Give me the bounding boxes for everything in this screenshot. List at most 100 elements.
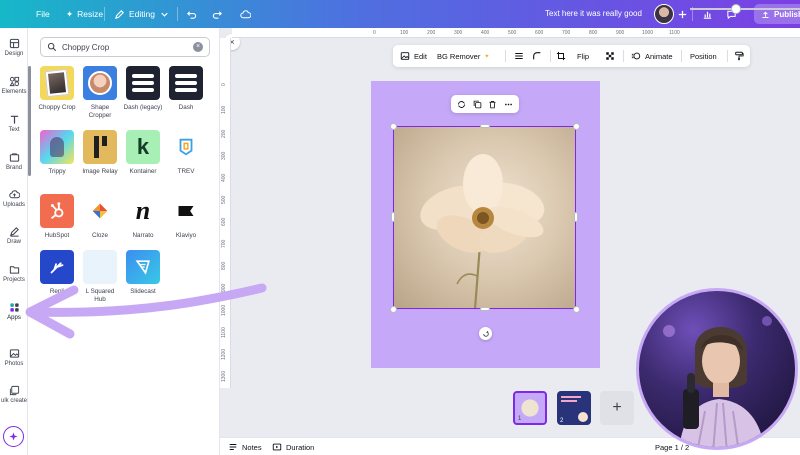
ruler-tick: 500 (221, 195, 227, 204)
undo-button[interactable] (186, 0, 197, 28)
zoom-slider-track[interactable] (690, 8, 800, 10)
rail-item-draw[interactable]: Draw (0, 226, 28, 245)
rail-item-brand[interactable]: Brand (0, 152, 28, 171)
resize-handle[interactable] (390, 123, 397, 130)
rail-item-apps[interactable]: Apps (0, 302, 28, 321)
trash-icon[interactable] (488, 100, 497, 109)
rail-item-design[interactable]: Design (0, 38, 28, 57)
rail-label: Design (4, 51, 24, 57)
resize-handle[interactable] (480, 124, 490, 128)
more-horizontal-icon[interactable] (504, 100, 513, 109)
rail-item-uploads[interactable]: Uploads (0, 189, 28, 208)
user-avatar[interactable] (654, 4, 674, 24)
zoom-slider-handle[interactable] (731, 4, 741, 14)
ruler-tick: 1300 (221, 370, 227, 382)
ruler-tick: 0 (373, 30, 376, 36)
crop-button[interactable] (556, 45, 566, 67)
app-label: Dash (178, 104, 194, 111)
panel-scrollbar[interactable] (28, 66, 31, 176)
app-label: Shape Cropper (88, 104, 112, 120)
rail-item-bulk-create[interactable]: ulk create (0, 385, 28, 404)
redo-icon (212, 10, 222, 19)
notes-label: Notes (242, 442, 262, 452)
app-dash[interactable]: Dash (166, 66, 206, 112)
app-klaviyo[interactable]: Klaviyo (166, 194, 206, 240)
divider (623, 50, 624, 62)
position-button[interactable]: Position (690, 45, 717, 67)
rail-item-photos[interactable]: Photos (0, 348, 28, 367)
divider (177, 7, 178, 21)
resize-handle[interactable] (573, 306, 580, 313)
rail-label: Photos (4, 361, 24, 367)
bg-remover-button[interactable]: BG Remover ✦ (437, 45, 489, 67)
timer-icon (272, 443, 282, 451)
brand-icon (9, 153, 19, 162)
corner-rounding-button[interactable] (532, 45, 542, 67)
rotate-handle[interactable] (479, 327, 492, 340)
app-cloze[interactable]: Cloze (80, 194, 120, 240)
publish-button[interactable]: Publish as (754, 4, 800, 24)
app-label: Image Relay (82, 168, 118, 175)
cloud-save-status[interactable] (240, 0, 251, 28)
ruler-tick: 0 (221, 83, 227, 86)
resize-handle[interactable] (574, 212, 578, 222)
app-narrato[interactable]: n Narrato (123, 194, 163, 240)
ruler-tick: 300 (221, 151, 227, 160)
rotate-sync-icon[interactable] (457, 100, 466, 109)
clear-search-icon[interactable]: × (193, 42, 203, 52)
app-label: Repli (49, 288, 65, 295)
border-style-button[interactable] (514, 45, 524, 67)
ruler-tick: 400 (481, 30, 490, 36)
app-trippy[interactable]: Trippy (37, 130, 77, 176)
redo-button[interactable] (212, 0, 223, 28)
app-kontainer[interactable]: k Kontainer (123, 130, 163, 176)
resize-handle[interactable] (573, 123, 580, 130)
file-menu-button[interactable]: File (36, 0, 50, 28)
rail-item-projects[interactable]: Projects (0, 264, 28, 283)
rail-item-text[interactable]: Text (0, 114, 28, 133)
notes-button[interactable]: Notes (228, 438, 262, 455)
slidecast-logo-icon (135, 260, 150, 275)
duration-button[interactable]: Duration (272, 438, 314, 455)
editing-mode-button[interactable]: Editing (114, 0, 170, 28)
transparency-button[interactable] (605, 45, 615, 67)
page-count-label: Page 1 / 2 (655, 442, 690, 452)
resize-handle[interactable] (391, 212, 395, 222)
undo-icon (187, 10, 197, 19)
resize-handle[interactable] (390, 306, 397, 313)
resize-button[interactable]: ✦ Resize (66, 0, 103, 28)
app-l-squared-hub[interactable]: L Squared Hub (80, 250, 120, 304)
animate-button[interactable]: Animate (631, 45, 673, 67)
search-input[interactable]: Choppy Crop × (40, 37, 210, 57)
app-image-relay[interactable]: Image Relay (80, 130, 120, 176)
notes-icon (229, 444, 237, 450)
app-slidecast[interactable]: Slidecast (123, 250, 163, 296)
duplicate-icon[interactable] (473, 100, 482, 109)
app-label: Kontainer (129, 168, 157, 175)
app-dash-legacy[interactable]: Dash (legacy) (123, 66, 163, 112)
flip-button[interactable]: Flip (577, 45, 589, 67)
rail-label: Apps (7, 315, 21, 321)
app-label: Narrato (132, 232, 154, 239)
app-choppy-crop[interactable]: Choppy Crop (37, 66, 77, 112)
page-thumbnail-2[interactable]: 2 (557, 391, 591, 425)
magic-assistant-button[interactable] (3, 426, 24, 447)
rail-item-elements[interactable]: Elements (0, 76, 28, 95)
app-thumbnail (126, 66, 160, 100)
app-label: L Squared Hub (85, 288, 115, 304)
app-shape-cropper[interactable]: Shape Cropper (80, 66, 120, 120)
page-thumbnail-1[interactable]: 1 (513, 391, 547, 425)
app-repli[interactable]: Repli (37, 250, 77, 296)
add-page-button[interactable]: + (600, 391, 634, 425)
app-thumbnail (169, 130, 203, 164)
resize-handle[interactable] (480, 307, 490, 311)
ruler-tick: 600 (535, 30, 544, 36)
app-hubspot[interactable]: HubSpot (37, 194, 77, 240)
app-trev[interactable]: TREV (166, 130, 206, 176)
hubspot-logo-icon (50, 202, 64, 220)
design-title[interactable]: Text here it was really good (545, 0, 642, 28)
paint-format-button[interactable] (734, 45, 744, 67)
edit-image-button[interactable]: Edit (400, 45, 427, 67)
add-collaborator-button[interactable] (673, 5, 691, 23)
divider (681, 50, 682, 62)
